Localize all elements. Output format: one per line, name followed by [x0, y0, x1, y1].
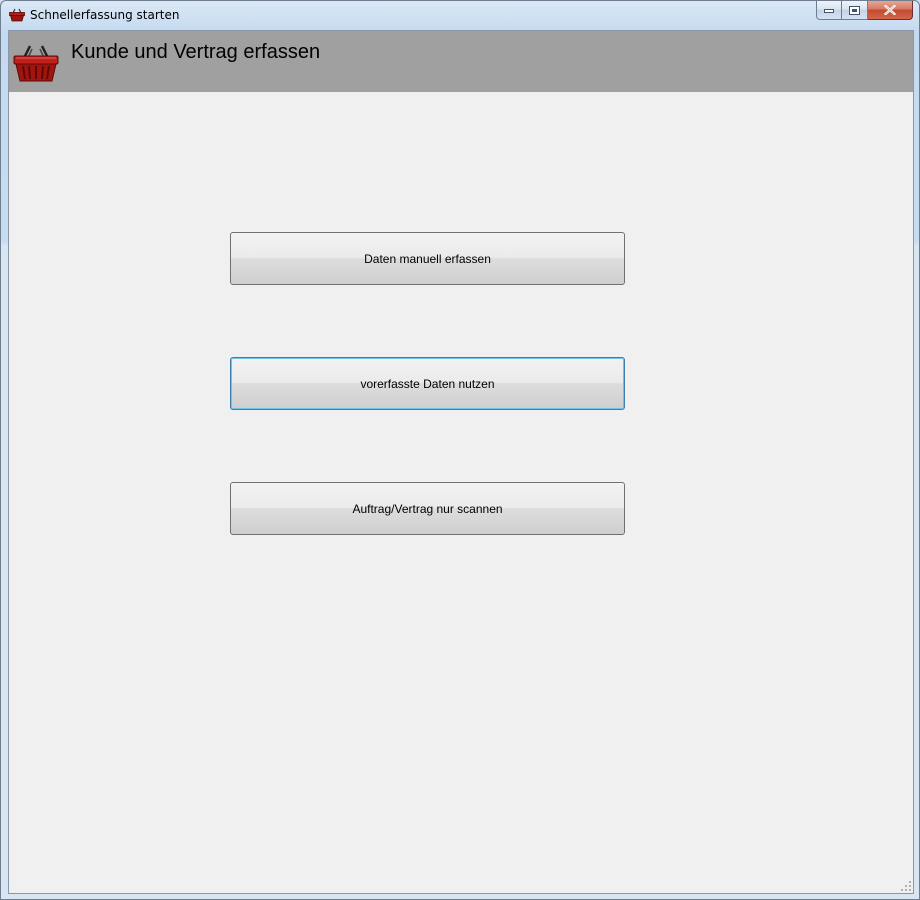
maximize-button[interactable] [842, 1, 868, 20]
page-title: Kunde und Vertrag erfassen [71, 41, 321, 63]
client-area: Kunde und Vertrag erfassen Daten manuell… [8, 30, 914, 894]
title-bar[interactable]: Schnellerfassung starten [1, 1, 919, 29]
resize-grip-icon[interactable] [901, 881, 911, 891]
scan-only-button[interactable]: Auftrag/Vertrag nur scannen [230, 482, 625, 535]
minimize-button[interactable] [816, 1, 842, 20]
caption-buttons [816, 1, 913, 21]
app-window: Schnellerfassung starten Kunde und Vertr… [0, 0, 920, 900]
close-icon [884, 5, 896, 15]
header-banner: Kunde und Vertrag erfassen [9, 31, 913, 92]
basket-icon [13, 45, 59, 82]
window-title: Schnellerfassung starten [30, 8, 180, 22]
minimize-icon [824, 9, 834, 13]
manual-entry-button[interactable]: Daten manuell erfassen [230, 232, 625, 285]
close-button[interactable] [868, 1, 913, 20]
basket-icon [9, 8, 25, 22]
use-prefilled-data-button[interactable]: vorerfasste Daten nutzen [230, 357, 625, 410]
maximize-icon [849, 5, 860, 15]
